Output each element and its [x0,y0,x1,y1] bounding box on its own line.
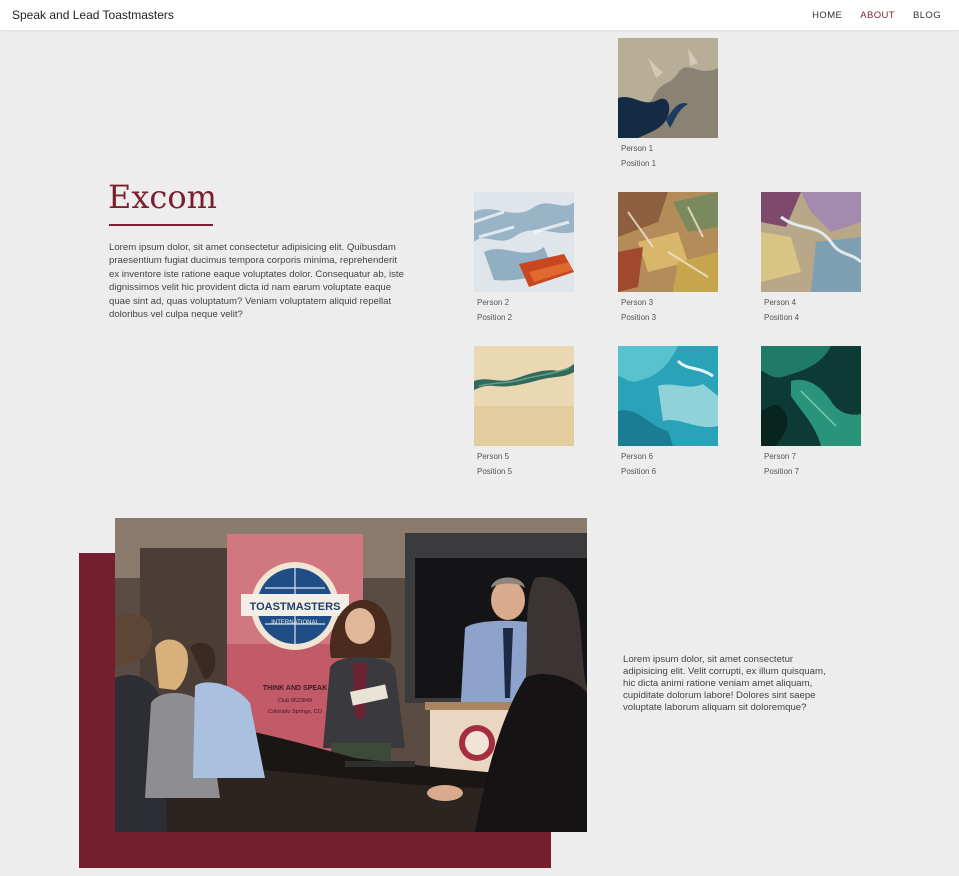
member-position: Position 1 [621,159,657,168]
member-photo-4 [761,192,861,292]
member-position: Position 4 [764,313,800,322]
member-card-1[interactable]: Person 1 Position 1 [618,38,719,168]
member-position: Position 2 [477,313,513,322]
member-photo-6 [618,346,718,446]
member-name: Person 1 [621,144,654,153]
member-photo-2 [474,192,574,292]
excom-description: Lorem ipsum dolor, sit amet consectetur … [109,242,404,321]
member-position: Position 6 [621,467,657,476]
member-name: Person 6 [621,452,654,461]
meeting-photo: TOASTMASTERS INTERNATIONAL THINK AND SPE… [115,518,587,832]
member-card-5[interactable]: Person 5 Position 5 [474,346,575,476]
navbar: Speak and Lead Toastmasters HOME ABOUT B… [0,0,959,30]
banner-slogan: THINK AND SPEAK [263,685,327,692]
member-photo-7 [761,346,861,446]
member-position: Position 7 [764,467,800,476]
banner-subtitle: INTERNATIONAL [271,620,319,626]
member-position: Position 5 [477,467,513,476]
nav-links: HOME ABOUT BLOG [812,10,941,21]
nav-link-home[interactable]: HOME [812,10,842,21]
brand-link[interactable]: Speak and Lead Toastmasters [12,8,174,22]
member-position: Position 3 [621,313,657,322]
member-name: Person 7 [764,452,797,461]
member-name: Person 3 [621,298,654,307]
member-name: Person 4 [764,298,797,307]
nav-link-about[interactable]: ABOUT [860,10,895,21]
nav-link-blog[interactable]: BLOG [913,10,941,21]
member-card-7[interactable]: Person 7 Position 7 [761,346,862,476]
member-name: Person 5 [477,452,510,461]
member-card-3[interactable]: Person 3 Position 3 [618,192,719,322]
member-card-6[interactable]: Person 6 Position 6 [618,346,719,476]
banner-title: TOASTMASTERS [250,601,341,613]
excom-title: Excom [108,178,217,216]
member-photo-3 [618,192,718,292]
banner-club: Club 9623849 [278,698,312,704]
member-photo-1 [618,38,718,138]
member-card-4[interactable]: Person 4 Position 4 [761,192,862,322]
member-name: Person 2 [477,298,510,307]
banner-city: Colorado Springs, CO [268,709,323,715]
member-card-2[interactable]: Person 2 Position 2 [474,192,575,322]
title-underline [109,224,213,226]
meeting-description: Lorem ipsum dolor, sit amet consectetur … [623,654,826,714]
member-photo-5 [474,346,574,446]
